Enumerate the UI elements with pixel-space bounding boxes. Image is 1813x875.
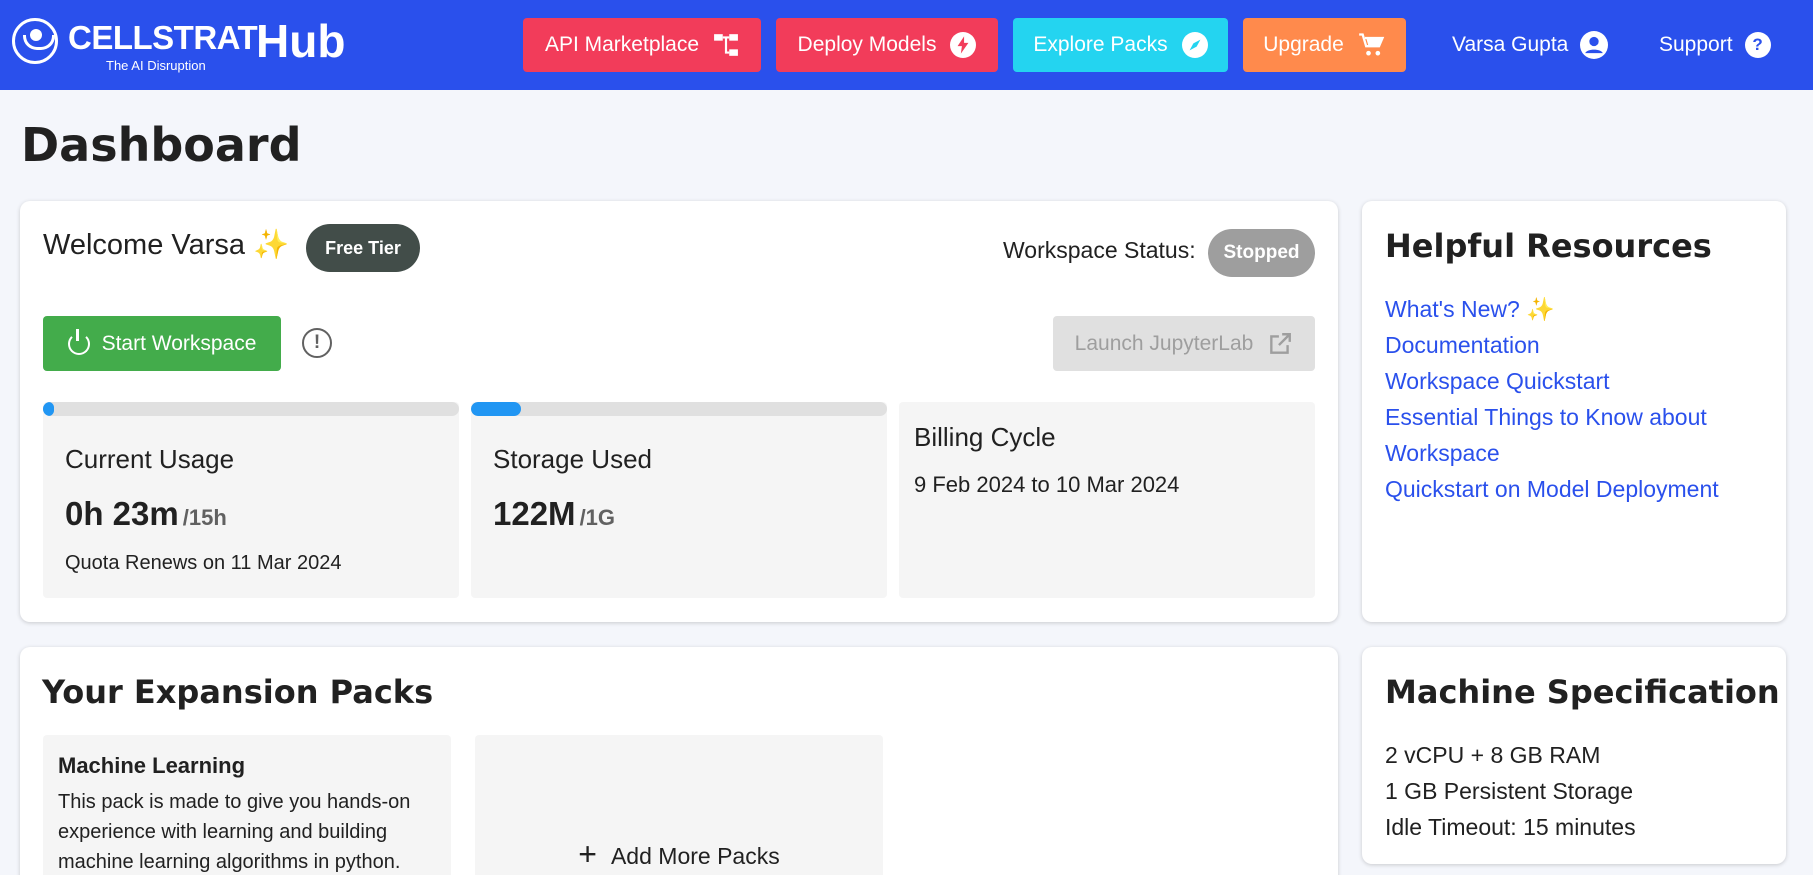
start-workspace-button[interactable]: Start Workspace xyxy=(43,316,281,371)
launch-jupyterlab-button[interactable]: Launch JupyterLab xyxy=(1053,316,1315,371)
quota-renew-note: Quota Renews on 11 Mar 2024 xyxy=(65,552,342,574)
workspace-status-label: Workspace Status: xyxy=(1003,237,1196,263)
storage-title: Storage Used xyxy=(493,444,652,474)
page-title: Dashboard xyxy=(21,118,302,172)
spec-list: 2 vCPU + 8 GB RAM 1 GB Persistent Storag… xyxy=(1385,737,1636,845)
hierarchy-icon xyxy=(714,34,738,56)
welcome-greeting: Welcome Varsa ✨ xyxy=(43,229,290,261)
spec-item-storage: 1 GB Persistent Storage xyxy=(1385,778,1634,804)
cellstrat-logo[interactable]: CELLSTRAT The AI Disruption Hub xyxy=(12,14,346,73)
usage-progress-bar xyxy=(43,402,459,416)
usage-value-row: 0h 23m/15h xyxy=(65,495,227,533)
open-in-new-icon xyxy=(1270,332,1292,354)
launch-jupyterlab-label: Launch JupyterLab xyxy=(1074,331,1254,355)
pack-card-machine-learning[interactable]: Machine Learning This pack is made to gi… xyxy=(43,735,451,875)
spec-item-cpu-ram: 2 vCPU + 8 GB RAM xyxy=(1385,742,1601,768)
resources-list: What's New? ✨ Documentation Workspace Qu… xyxy=(1385,291,1786,507)
spec-item-idle-timeout: Idle Timeout: 15 minutes xyxy=(1385,814,1636,840)
tier-badge: Free Tier xyxy=(306,224,420,272)
api-marketplace-label: API Marketplace xyxy=(544,33,700,56)
bolt-icon xyxy=(950,32,977,58)
resource-link-essential-things[interactable]: Essential Things to Know about Workspace xyxy=(1385,399,1786,471)
brand-tagline: The AI Disruption xyxy=(106,58,206,73)
storage-used-box: Storage Used 122M/1G xyxy=(471,402,887,598)
helpful-resources-card: Helpful Resources What's New? ✨ Document… xyxy=(1362,201,1786,622)
workspace-status-badge: Stopped xyxy=(1208,229,1315,277)
storage-value: 122M xyxy=(493,495,576,532)
resource-link-model-deployment[interactable]: Quickstart on Model Deployment xyxy=(1385,471,1786,507)
help-circle-icon: ? xyxy=(1744,32,1771,58)
machine-specification-card: Machine Specification 2 vCPU + 8 GB RAM … xyxy=(1362,647,1786,864)
account-circle-icon xyxy=(1580,31,1609,59)
billing-cycle-box: Billing Cycle 9 Feb 2024 to 10 Mar 2024 xyxy=(899,402,1315,598)
resource-link-whats-new[interactable]: What's New? ✨ xyxy=(1385,291,1786,327)
user-name: Varsa Gupta xyxy=(1452,33,1569,56)
usage-value: 0h 23m xyxy=(65,495,179,532)
pack-title: Machine Learning xyxy=(58,753,246,778)
storage-value-row: 122M/1G xyxy=(493,495,615,533)
upgrade-button[interactable]: Upgrade xyxy=(1243,18,1406,72)
user-menu[interactable]: Varsa Gupta xyxy=(1452,18,1609,72)
explore-packs-label: Explore Packs xyxy=(1033,33,1168,56)
usage-title: Current Usage xyxy=(65,444,235,474)
billing-dates: 9 Feb 2024 to 10 Mar 2024 xyxy=(914,472,1180,497)
deploy-models-label: Deploy Models xyxy=(797,33,937,56)
usage-progress-fill xyxy=(43,402,54,416)
packs-heading: Your Expansion Packs xyxy=(42,673,434,711)
logo-text: CELLSTRAT The AI Disruption xyxy=(68,14,258,73)
support-link[interactable]: Support ? xyxy=(1659,18,1771,72)
resource-link-documentation[interactable]: Documentation xyxy=(1385,327,1786,363)
cart-icon xyxy=(1358,33,1385,56)
pack-description: This pack is made to give you hands-on e… xyxy=(58,791,411,873)
resources-heading: Helpful Resources xyxy=(1385,227,1712,265)
resource-link-workspace-quickstart[interactable]: Workspace Quickstart xyxy=(1385,363,1786,399)
storage-progress-fill xyxy=(471,402,521,416)
plus-icon: + xyxy=(578,836,597,872)
brand-name: CELLSTRAT xyxy=(68,19,258,56)
start-workspace-label: Start Workspace xyxy=(101,331,257,355)
top-navigation-bar: CELLSTRAT The AI Disruption Hub API Mark… xyxy=(0,0,1813,90)
compass-icon xyxy=(1181,32,1208,58)
current-usage-box: Current Usage 0h 23m/15h Quota Renews on… xyxy=(43,402,459,598)
workspace-card: Welcome Varsa ✨ Free Tier Workspace Stat… xyxy=(20,201,1338,622)
deploy-models-button[interactable]: Deploy Models xyxy=(776,18,998,72)
handshake-logo-icon xyxy=(12,18,58,64)
usage-limit: /15h xyxy=(182,505,227,530)
add-more-packs-label: Add More Packs xyxy=(610,843,780,869)
explore-packs-button[interactable]: Explore Packs xyxy=(1013,18,1228,72)
power-icon xyxy=(67,328,90,355)
storage-progress-bar xyxy=(471,402,887,416)
api-marketplace-button[interactable]: API Marketplace xyxy=(523,18,761,72)
info-icon[interactable]: ! xyxy=(302,328,332,358)
upgrade-label: Upgrade xyxy=(1263,33,1344,56)
add-more-packs-button[interactable]: + Add More Packs xyxy=(475,735,883,875)
billing-title: Billing Cycle xyxy=(914,422,1056,452)
storage-limit: /1G xyxy=(579,505,616,530)
spec-heading: Machine Specification xyxy=(1385,673,1780,711)
support-label: Support xyxy=(1659,33,1733,56)
brand-hub: Hub xyxy=(256,15,346,67)
expansion-packs-card: Your Expansion Packs Machine Learning Th… xyxy=(20,647,1338,875)
